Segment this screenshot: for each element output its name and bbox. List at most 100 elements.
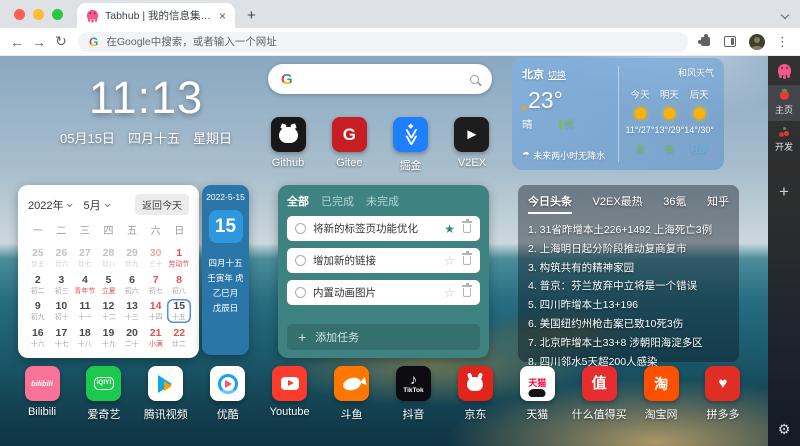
traffic-light[interactable] xyxy=(14,9,25,20)
traffic-light[interactable] xyxy=(52,9,63,20)
app-icon[interactable] xyxy=(148,366,183,401)
app-icon[interactable]: bilibili xyxy=(25,366,60,401)
calendar-day-cell[interactable]: 7 初七 xyxy=(144,273,168,297)
app-shortcut[interactable]: V2EX xyxy=(444,117,500,173)
app-shortcut[interactable]: 优酷 xyxy=(200,366,256,422)
gear-icon[interactable]: ⚙ xyxy=(778,421,791,438)
calendar-day-cell[interactable]: 26 廿六 xyxy=(50,246,74,270)
app-icon[interactable] xyxy=(272,366,307,401)
checkbox-icon[interactable] xyxy=(295,223,306,234)
calendar-day-cell[interactable]: 12 十二 xyxy=(97,299,121,323)
calendar-day-cell[interactable]: 13 十三 xyxy=(120,299,144,323)
side-panel-icon[interactable] xyxy=(724,36,736,47)
calendar-day-cell[interactable]: 2 初二 xyxy=(26,273,50,297)
sidebar-item[interactable]: 主页 xyxy=(768,85,800,121)
app-shortcut[interactable]: Youtube xyxy=(262,366,318,422)
sidebar-item[interactable]: 开发 xyxy=(768,121,800,158)
app-icon[interactable]: 淘 xyxy=(644,366,679,401)
calendar-day-cell[interactable]: 21 小满 xyxy=(144,326,168,350)
browser-tab[interactable]: Tabhub | 我的信息集线器 × xyxy=(77,3,235,28)
star-icon[interactable] xyxy=(444,220,455,238)
news-headline[interactable]: 3. 构筑共有的精神家园 xyxy=(528,259,729,278)
calendar-day-cell[interactable]: 25 廿五 xyxy=(26,246,50,270)
calendar-day-cell[interactable]: 1 劳动节 xyxy=(167,246,191,270)
calendar-day-cell[interactable]: 14 十四 xyxy=(144,299,168,323)
app-icon[interactable]: ♪ TikTok xyxy=(396,366,431,401)
news-headline[interactable]: 5. 四川昨增本土13+196 xyxy=(528,296,729,315)
todo-filter-tab[interactable]: 未完成 xyxy=(366,193,399,209)
todo-filter-tab[interactable]: 已完成 xyxy=(321,193,354,209)
url-bar[interactable]: G 在Google中搜索，或者输入一个网址 xyxy=(78,32,688,52)
calendar-day-cell[interactable]: 8 初八 xyxy=(167,273,191,297)
news-headline[interactable]: 4. 普京：芬兰放弃中立将是一个错误 xyxy=(528,277,729,296)
app-shortcut[interactable]: G Gitee xyxy=(321,117,377,173)
app-icon[interactable] xyxy=(393,117,428,152)
forward-button[interactable]: → xyxy=(28,34,50,50)
calendar-day-cell[interactable]: 3 初三 xyxy=(50,273,74,297)
new-tab-button[interactable]: + xyxy=(247,7,256,24)
calendar-day-cell[interactable]: 20 二十 xyxy=(120,326,144,350)
calendar-day-cell[interactable]: 19 十九 xyxy=(97,326,121,350)
trash-icon[interactable] xyxy=(463,224,471,233)
extensions-icon[interactable] xyxy=(701,37,710,46)
calendar-day-cell[interactable]: 29 廿九 xyxy=(120,246,144,270)
traffic-light[interactable] xyxy=(33,9,44,20)
app-icon[interactable] xyxy=(271,117,306,152)
app-icon[interactable]: ♥ xyxy=(705,366,740,401)
news-source-tab[interactable]: 36氪 xyxy=(663,193,686,214)
app-shortcut[interactable]: 京东 xyxy=(447,366,503,422)
checkbox-icon[interactable] xyxy=(295,287,306,298)
calendar-day-cell[interactable]: 18 十八 xyxy=(73,326,97,350)
calendar-day-cell[interactable]: 30 三十 xyxy=(144,246,168,270)
app-shortcut[interactable]: ♥ 拼多多 xyxy=(695,366,751,422)
app-shortcut[interactable]: 掘金 xyxy=(383,117,439,173)
news-source-tab[interactable]: 今日头条 xyxy=(528,193,572,214)
calendar-day-cell[interactable]: 6 初六 xyxy=(120,273,144,297)
news-source-tab[interactable]: 知乎 xyxy=(707,193,729,214)
month-select[interactable]: 5月 xyxy=(83,197,108,213)
app-shortcut[interactable]: Github xyxy=(260,117,316,173)
news-headline[interactable]: 2. 上海明日起分阶段推动复商复市 xyxy=(528,240,729,259)
app-icon[interactable] xyxy=(458,366,493,401)
calendar-day-cell[interactable]: 28 廿八 xyxy=(97,246,121,270)
app-shortcut[interactable]: 淘 淘宝网 xyxy=(633,366,689,422)
calendar-day-cell[interactable]: 11 十一 xyxy=(73,299,97,323)
back-to-today-button[interactable]: 返回今天 xyxy=(135,194,189,215)
news-source-tab[interactable]: V2EX最热 xyxy=(593,193,643,214)
todo-item[interactable]: 内置动画图片 xyxy=(287,280,480,305)
profile-avatar[interactable] xyxy=(749,34,765,50)
chevron-down-icon[interactable] xyxy=(781,11,789,19)
todo-item[interactable]: 将新的标签页功能优化 xyxy=(287,216,480,241)
app-shortcut[interactable]: 值 什么值得买 xyxy=(571,366,627,422)
weather-switch-link[interactable]: 切换 xyxy=(548,70,566,80)
app-shortcut[interactable]: 腾讯视频 xyxy=(138,366,194,422)
app-icon[interactable] xyxy=(454,117,489,152)
todo-item[interactable]: 增加新的链接 xyxy=(287,248,480,273)
calendar-day-cell[interactable]: 10 初十 xyxy=(50,299,74,323)
news-headline[interactable]: 1. 31省昨增本土226+1492 上海死亡3例 xyxy=(528,221,729,240)
todo-filter-tab[interactable]: 全部 xyxy=(287,193,309,209)
calendar-day-cell[interactable]: 4 青年节 xyxy=(73,273,97,297)
search-bar[interactable]: G xyxy=(268,64,492,94)
app-shortcut[interactable]: 天猫 天猫 xyxy=(509,366,565,422)
calendar-day-cell[interactable]: 9 初九 xyxy=(26,299,50,323)
app-icon[interactable]: iQIYI xyxy=(86,366,121,401)
app-shortcut[interactable]: iQIYI 爱奇艺 xyxy=(76,366,132,422)
trash-icon[interactable] xyxy=(463,288,471,297)
app-icon[interactable] xyxy=(334,366,369,401)
calendar-day-cell[interactable]: 27 廿七 xyxy=(73,246,97,270)
news-headline[interactable]: 7. 北京昨增本土33+8 涉朝阳海淀多区 xyxy=(528,334,729,353)
menu-icon[interactable]: ⋮ xyxy=(776,34,789,50)
app-shortcut[interactable]: ♪ TikTok 抖音 xyxy=(385,366,441,422)
app-shortcut[interactable]: bilibili Bilibili xyxy=(14,366,70,422)
star-icon[interactable] xyxy=(444,252,455,270)
app-shortcut[interactable]: 斗鱼 xyxy=(324,366,380,422)
search-icon[interactable] xyxy=(470,75,479,84)
calendar-day-cell[interactable]: 16 十六 xyxy=(26,326,50,350)
app-icon[interactable]: G xyxy=(332,117,367,152)
calendar-day-cell[interactable]: 22 廿二 xyxy=(167,326,191,350)
back-button[interactable]: ← xyxy=(6,34,28,50)
checkbox-icon[interactable] xyxy=(295,255,306,266)
add-task-button[interactable]: + 添加任务 xyxy=(287,324,480,350)
year-select[interactable]: 2022年 xyxy=(28,197,71,213)
